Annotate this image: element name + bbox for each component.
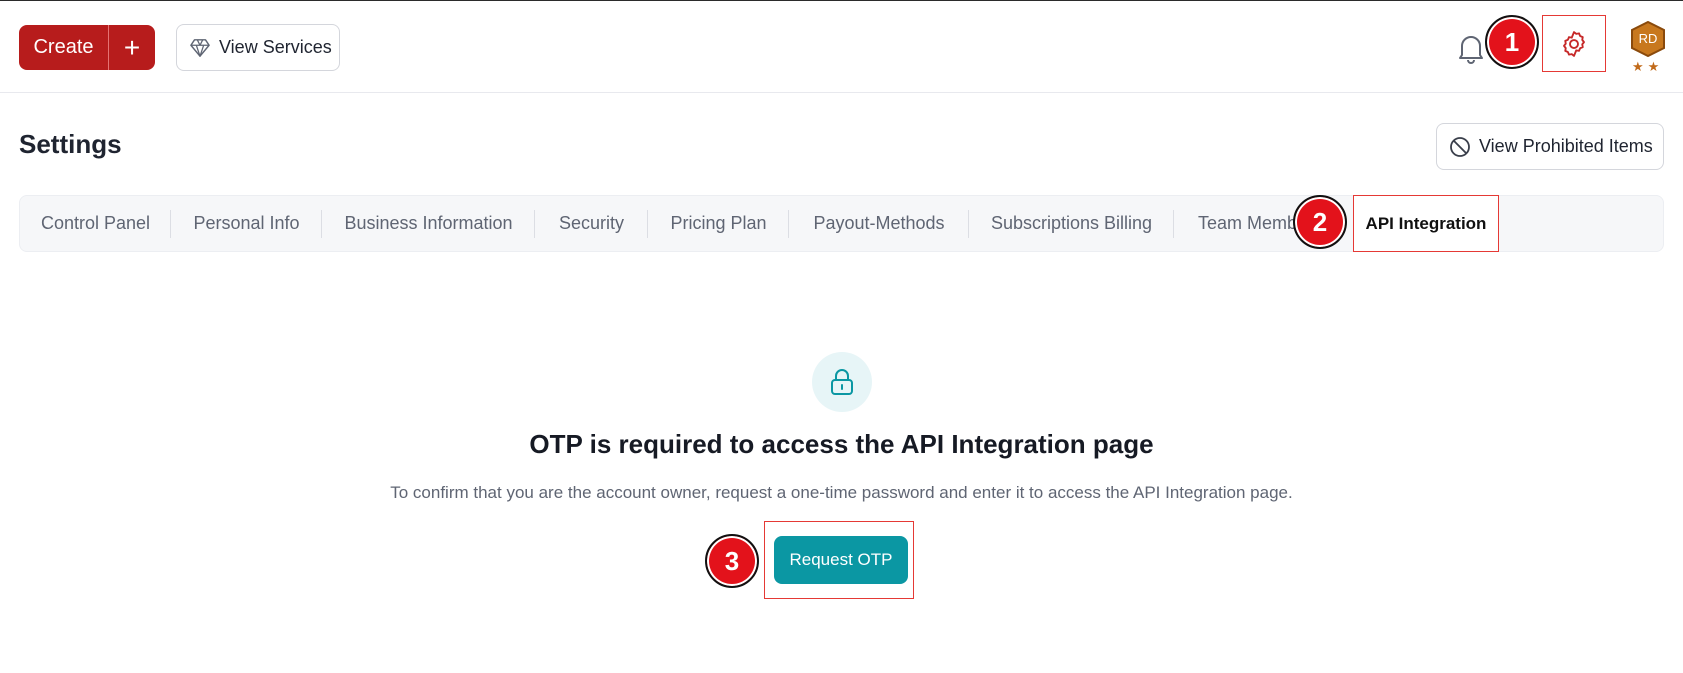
tab-control-panel[interactable]: Control Panel	[20, 195, 171, 252]
request-otp-button[interactable]: Request OTP	[774, 536, 908, 584]
tab-business-information[interactable]: Business Information	[322, 195, 535, 252]
page: Create + View Services RD ★★ Settings Vi…	[0, 0, 1683, 673]
lock-icon	[831, 369, 853, 395]
top-header: Create + View Services RD ★★	[0, 1, 1683, 93]
tab-api-integration[interactable]: API Integration	[1353, 195, 1499, 252]
tab-label: Subscriptions Billing	[990, 213, 1153, 233]
page-title: Settings	[19, 129, 122, 159]
tab-label: Pricing Plan	[670, 213, 767, 233]
ban-icon	[1450, 136, 1470, 157]
settings-gear-button[interactable]	[1542, 15, 1606, 72]
tab-label: Personal Info	[193, 213, 300, 233]
create-button-group: Create +	[19, 25, 155, 70]
notifications-button[interactable]	[1456, 31, 1486, 65]
step-marker-3: 3	[705, 534, 759, 588]
otp-heading: OTP is required to access the API Integr…	[529, 429, 1154, 459]
tab-security[interactable]: Security	[535, 195, 648, 252]
tab-pricing-plan[interactable]: Pricing Plan	[648, 195, 789, 252]
tab-personal-info[interactable]: Personal Info	[171, 195, 322, 252]
tab-subscriptions-billing[interactable]: Subscriptions Billing	[969, 195, 1174, 252]
tab-label: API Integration	[1365, 213, 1487, 233]
tab-team-members[interactable]: Team Memb	[1174, 195, 1304, 252]
view-prohibited-items-label: View Prohibited Items	[1479, 136, 1653, 156]
avatar-stars: ★★	[1632, 59, 1664, 74]
lock-badge	[812, 352, 872, 412]
step-marker-2: 2	[1293, 195, 1347, 249]
tab-label: Control Panel	[40, 213, 151, 233]
add-button[interactable]: +	[109, 25, 155, 70]
otp-description: To confirm that you are the account owne…	[390, 483, 1293, 502]
tab-label: Business Information	[344, 213, 513, 233]
tab-label: Team Memb	[1198, 213, 1298, 233]
tab-label: Payout-Methods	[813, 213, 945, 233]
view-services-label: View Services	[219, 37, 332, 57]
view-prohibited-items-button[interactable]: View Prohibited Items	[1436, 123, 1664, 170]
avatar-initials: RD	[1638, 31, 1658, 46]
bell-icon	[1459, 36, 1483, 64]
settings-tabs: Control Panel Personal Info Business Inf…	[19, 195, 1664, 252]
user-avatar[interactable]: RD ★★	[1628, 21, 1668, 77]
view-services-button[interactable]: View Services	[176, 24, 340, 71]
step-marker-1: 1	[1485, 15, 1539, 69]
create-button[interactable]: Create	[19, 25, 109, 70]
gear-icon	[1563, 30, 1585, 57]
diamond-icon	[190, 38, 210, 57]
tab-label: Security	[558, 213, 625, 233]
tab-payout-methods[interactable]: Payout-Methods	[789, 195, 969, 252]
